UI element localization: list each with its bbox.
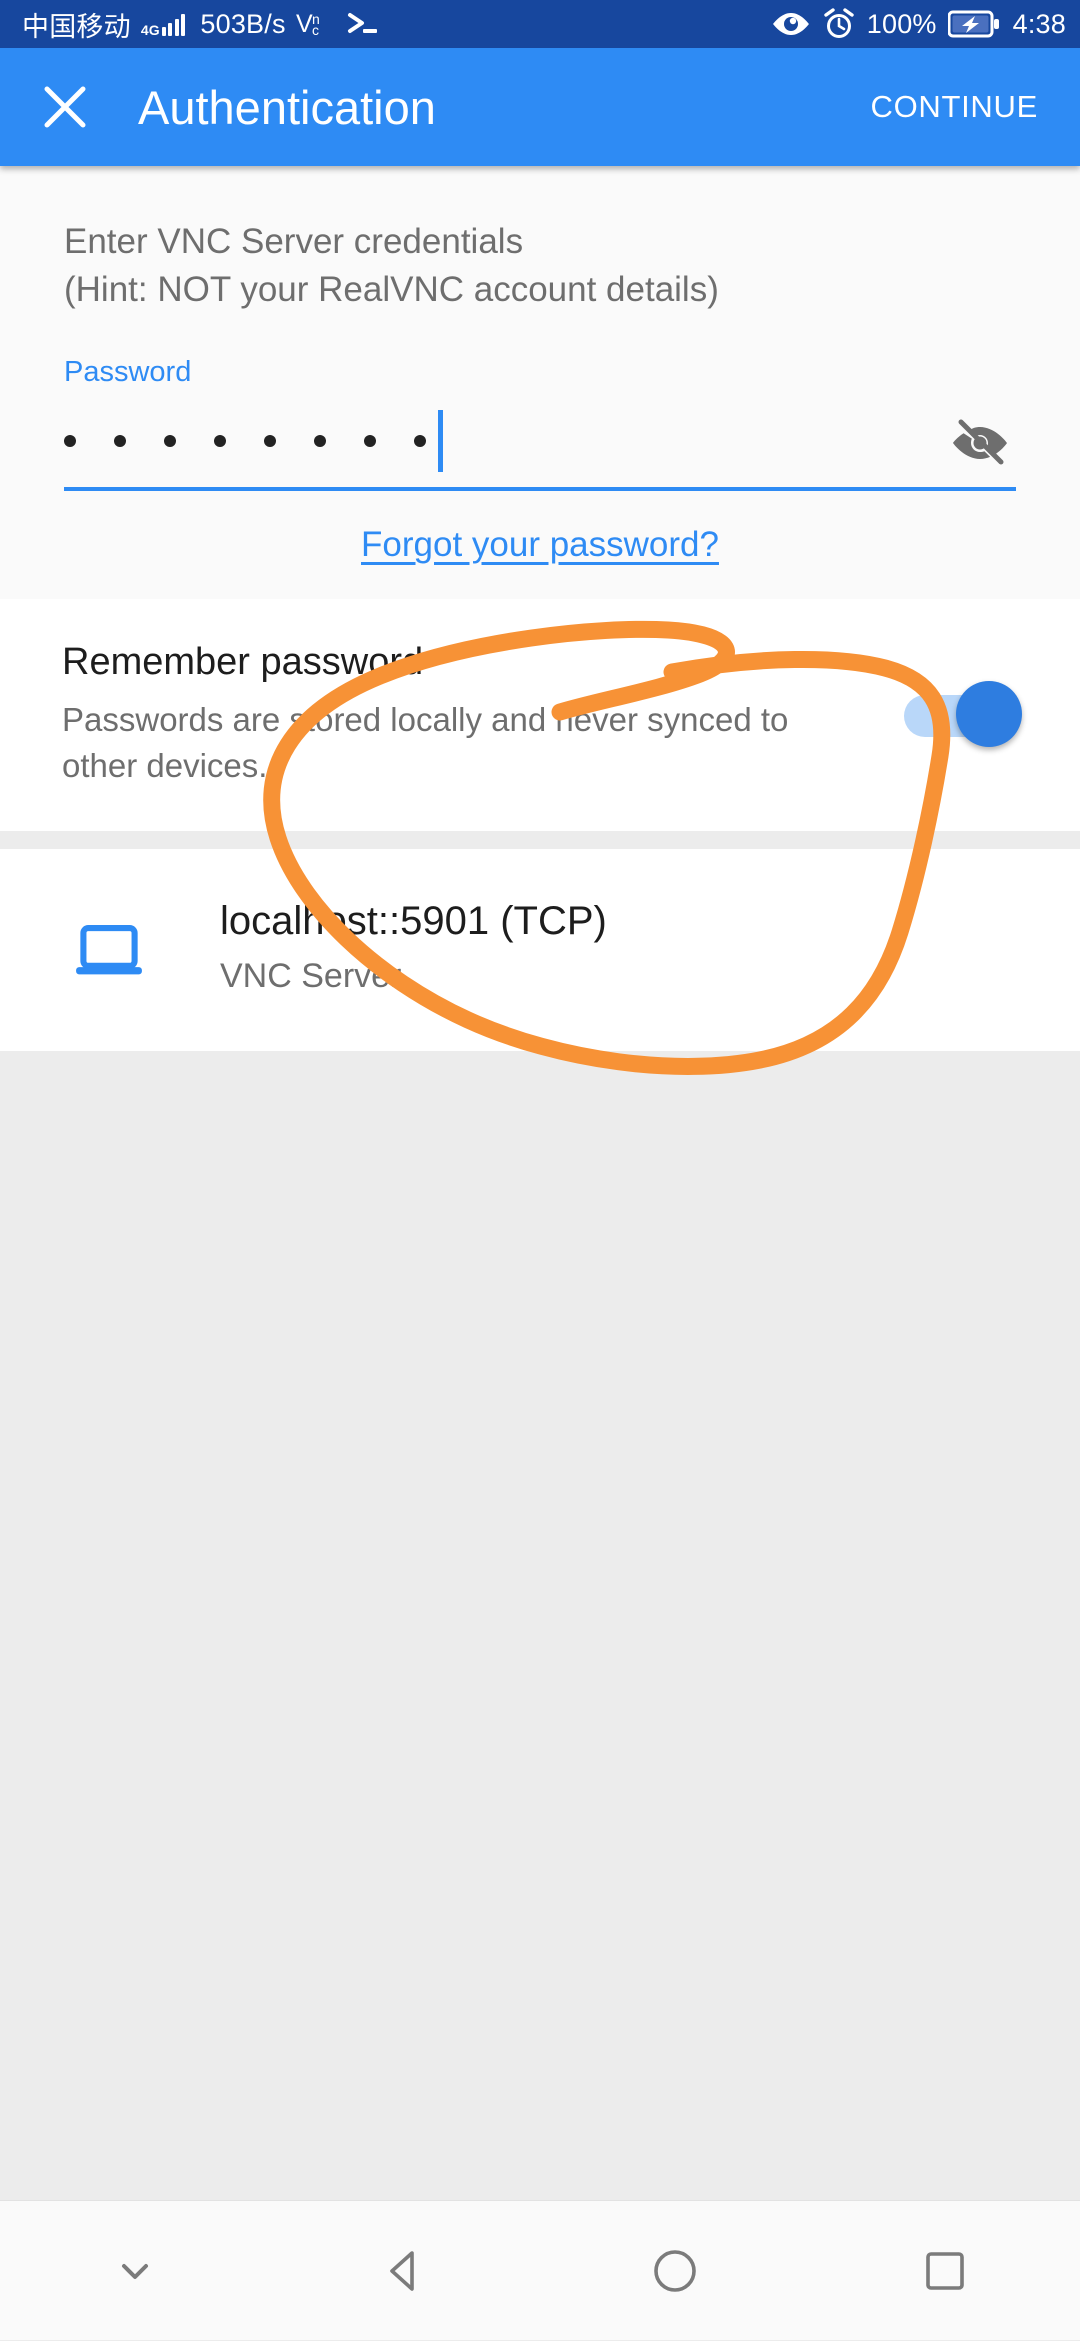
credentials-hint-line-1: Enter VNC Server credentials	[64, 222, 524, 261]
chevron-down-icon	[122, 2263, 148, 2279]
svg-text:V: V	[296, 10, 313, 38]
password-dot	[264, 435, 276, 447]
eye-icon	[771, 10, 811, 38]
remember-password-row[interactable]: Remember password Passwords are stored l…	[0, 599, 1080, 831]
remember-password-texts: Remember password Passwords are stored l…	[62, 639, 904, 789]
signal-bars-icon	[161, 13, 186, 36]
server-address-label: localhost::5901 (TCP)	[220, 899, 607, 943]
hide-keyboard-button[interactable]	[0, 2201, 270, 2341]
terminal-prompt-icon	[346, 9, 380, 39]
remember-password-title: Remember password	[62, 641, 424, 683]
app-bar: Authentication CONTINUE	[0, 48, 1080, 166]
network-generation-label: 4G	[140, 21, 160, 38]
credentials-card: Enter VNC Server credentials (Hint: NOT …	[0, 166, 1080, 599]
network-speed-label: 503B/s	[200, 8, 286, 39]
remember-password-toggle[interactable]	[904, 677, 1022, 753]
svg-text:c: c	[312, 22, 319, 38]
password-dot	[364, 435, 376, 447]
password-input[interactable]	[64, 407, 944, 475]
password-dot	[314, 435, 326, 447]
eye-off-icon	[953, 419, 1007, 465]
password-input-row[interactable]	[64, 407, 1016, 491]
password-dot	[214, 435, 226, 447]
carrier-label: 中国移动	[22, 11, 131, 42]
password-dot	[64, 435, 76, 447]
back-icon	[390, 2250, 414, 2291]
status-bar-right: 100% 4:38	[771, 7, 1066, 41]
toggle-thumb	[956, 681, 1022, 747]
content-scroll-area: Enter VNC Server credentials (Hint: NOT …	[0, 166, 1080, 2200]
battery-charging-icon	[947, 9, 1000, 39]
battery-percent-label: 100%	[866, 8, 937, 39]
system-navigation-bar	[0, 2200, 1080, 2340]
continue-button[interactable]: CONTINUE	[863, 75, 1047, 139]
server-subtitle-label: VNC Server	[220, 957, 402, 995]
recents-button[interactable]	[810, 2201, 1080, 2341]
password-dot	[164, 435, 176, 447]
clock-label: 4:38	[1012, 8, 1066, 39]
toggle-password-visibility-button[interactable]	[944, 407, 1016, 479]
home-button[interactable]	[540, 2201, 810, 2341]
page-title: Authentication	[138, 80, 436, 134]
alarm-clock-icon	[822, 7, 856, 41]
close-icon	[44, 86, 86, 128]
remember-password-description: Passwords are stored locally and never s…	[62, 701, 789, 784]
section-divider	[0, 831, 1080, 849]
status-bar-left: 中国移动 4G 503B/s V n c	[22, 5, 380, 44]
server-list-item[interactable]: localhost::5901 (TCP) VNC Server	[0, 849, 1080, 1051]
password-dot	[114, 435, 126, 447]
back-button[interactable]	[270, 2201, 540, 2341]
text-cursor	[438, 410, 443, 472]
server-texts: localhost::5901 (TCP) VNC Server	[220, 895, 607, 1001]
credentials-hint-line-2: (Hint: NOT your RealVNC account details)	[64, 270, 719, 309]
forgot-password-link[interactable]: Forgot your password?	[64, 525, 1016, 565]
laptop-icon	[76, 925, 142, 975]
vnc-icon: V n c	[296, 9, 336, 39]
password-dot	[414, 435, 426, 447]
home-icon	[654, 2249, 696, 2292]
password-field-label: Password	[64, 356, 192, 388]
close-button[interactable]	[34, 76, 96, 138]
status-bar: 中国移动 4G 503B/s V n c 100% 4:38	[0, 0, 1080, 48]
signal-strength-icon: 4G	[140, 13, 186, 38]
recents-icon	[926, 2251, 964, 2290]
